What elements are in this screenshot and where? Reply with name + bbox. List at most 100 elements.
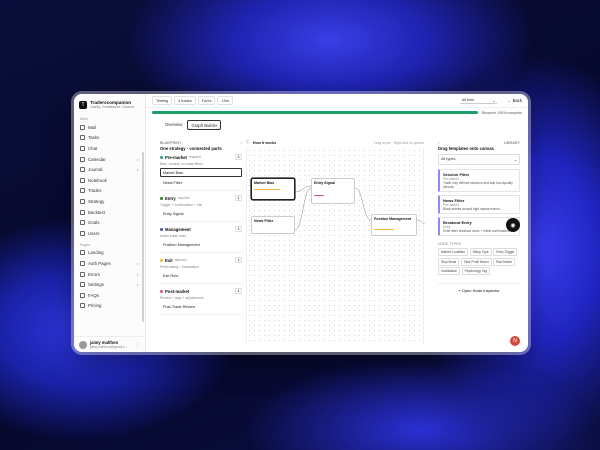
sidebar-item-label: Backtest xyxy=(88,209,105,215)
stage-item[interactable]: Market Bias xyxy=(160,168,242,177)
chip-testing[interactable]: Testing xyxy=(152,96,173,105)
stage-dot-icon xyxy=(160,196,163,200)
open-node-inspector-button[interactable]: + Open Node Inspector xyxy=(438,283,520,293)
stage-name: Pre-market xyxy=(165,154,187,160)
stage-required: required xyxy=(177,196,190,200)
notification-button[interactable]: N xyxy=(510,336,520,346)
stage-count: 1 xyxy=(235,257,242,263)
sidebar-item-label: Journal xyxy=(88,167,103,173)
sidebar-item-auth-pages[interactable]: Auth Pages > xyxy=(74,258,145,269)
sidebar-item-label: Landing xyxy=(88,250,104,256)
stage-dot-icon xyxy=(160,227,163,231)
more-icon[interactable]: ⋮ xyxy=(135,342,140,348)
trades-icon xyxy=(80,188,85,194)
stage-management: Management 1 Active trade rules Position … xyxy=(160,226,242,253)
chip-forex[interactable]: Forex xyxy=(197,96,216,105)
graph-canvas[interactable]: Market Bias News Filter Entry Signal Pos… xyxy=(246,148,425,344)
sidebar-item-trades[interactable]: Trades xyxy=(74,186,145,197)
node-position-management[interactable]: Position Management xyxy=(371,214,417,236)
stage-entry: Entry required 1 Trigger + confirmation … xyxy=(160,195,242,222)
stage-item[interactable]: Exit Rule xyxy=(160,271,242,280)
mail-icon xyxy=(80,124,85,130)
stage-item[interactable]: News Filter xyxy=(160,178,242,187)
sidebar-item-tasks[interactable]: Tasks xyxy=(74,133,145,144)
stage-item[interactable]: Post-Trade Review xyxy=(160,302,242,311)
sidebar-item-errors[interactable]: Errors > xyxy=(74,269,145,280)
node-title: Market Bias xyxy=(254,181,275,185)
nav-section-main: Main xyxy=(80,117,88,121)
sidebar-item-notebook[interactable]: Notebook xyxy=(74,175,145,186)
node-title: Position Management xyxy=(374,217,412,221)
user-profile[interactable]: jaimy malthon jaimy.malthon@gmail.c... ⋮ xyxy=(74,336,145,352)
stage-item[interactable]: Entry Signal xyxy=(160,209,242,218)
floating-action-button[interactable]: ◉ xyxy=(506,218,520,232)
library-type-select[interactable]: All types ⌄ xyxy=(438,154,520,165)
node-news-filter[interactable]: News Filter xyxy=(251,216,295,234)
node-type-chip[interactable]: Setup Type xyxy=(469,248,492,256)
node-title: Entry Signal xyxy=(314,181,335,185)
view-tabs: Overview Graph Builder xyxy=(146,117,528,133)
chip-trades[interactable]: 4 trades xyxy=(174,96,196,105)
edge-entry-management xyxy=(354,187,372,221)
sidebar-item-label: Mail xyxy=(88,124,97,130)
stage-count: 1 xyxy=(235,226,242,232)
stage-count: 1 xyxy=(235,195,242,201)
sidebar-item-calendar[interactable]: Calendar > xyxy=(74,154,145,165)
template-card[interactable]: Session Filter Pre-market Trade only def… xyxy=(438,169,520,192)
chevron-left-icon[interactable]: ‹ xyxy=(241,141,242,145)
chevron-right-icon[interactable]: › xyxy=(438,141,439,145)
node-type-chip[interactable]: Entry Trigger xyxy=(493,248,518,256)
logo-icon: T xyxy=(79,100,87,109)
sidebar-scrollbar[interactable] xyxy=(142,152,144,322)
chip-timeframe[interactable]: 15m xyxy=(217,96,233,105)
tab-overview[interactable]: Overview xyxy=(162,120,185,130)
inspector-label: Open Node Inspector xyxy=(461,288,500,293)
sidebar-item-chat[interactable]: Chat xyxy=(74,143,145,154)
sidebar-item-goals[interactable]: Goals xyxy=(74,217,145,228)
sidebar-item-faqs[interactable]: FAQs xyxy=(74,290,145,301)
progress-track xyxy=(152,111,479,114)
node-type-chip[interactable]: Take Profit Model xyxy=(460,257,492,266)
canvas-hint: Drag to pan · Right click for options xyxy=(374,140,424,145)
stage-item[interactable]: Position Management xyxy=(160,240,242,249)
node-type-chip[interactable]: Market Condition xyxy=(438,248,469,256)
sidebar-item-label: Calendar xyxy=(88,156,106,162)
settings-icon: ◉ xyxy=(510,222,516,229)
chevron-right-icon: > xyxy=(136,282,139,288)
node-type-chip[interactable]: Stop Mode xyxy=(438,257,460,266)
stage-required: required xyxy=(174,258,187,262)
node-market-bias[interactable]: Market Bias xyxy=(251,178,295,200)
library-filter-value: All types xyxy=(441,157,456,161)
sidebar-item-settings[interactable]: Settings > xyxy=(74,279,145,290)
sidebar-item-mail[interactable]: Mail xyxy=(74,122,145,133)
node-title: News Filter xyxy=(254,219,274,223)
chevron-right-icon: > xyxy=(136,260,139,266)
info-icon: ⓘ xyxy=(246,140,250,144)
sidebar-item-pricing[interactable]: Pricing xyxy=(74,301,145,312)
node-accent xyxy=(254,189,280,190)
node-type-chip[interactable]: Psychology Tag xyxy=(461,267,490,275)
stage-description: Review + tags + adjustments xyxy=(160,296,204,300)
template-description: Enter after breakout close + retest conf… xyxy=(443,229,511,233)
sidebar-item-journal[interactable]: Journal > xyxy=(74,164,145,175)
stage-exit: Exit required 1 Profit-taking + invalida… xyxy=(160,257,242,284)
node-accent xyxy=(314,195,324,196)
edge-management-out xyxy=(416,219,425,225)
avatar xyxy=(79,340,87,349)
node-type-chip[interactable]: Invalidation xyxy=(438,267,461,275)
lock-icon xyxy=(80,260,85,266)
sidebar-item-landing[interactable]: Landing xyxy=(74,248,145,259)
template-card[interactable]: News Filter Pre-market Block entries aro… xyxy=(438,195,520,214)
back-button[interactable]: ← Back xyxy=(507,98,522,103)
node-entry-signal[interactable]: Entry Signal xyxy=(311,178,355,204)
sidebar-item-backtest[interactable]: Backtest xyxy=(74,207,145,218)
node-types-title: NODE TYPES xyxy=(438,242,462,246)
blueprint-progress: Blueprint 100% complete xyxy=(146,108,528,117)
node-type-chip[interactable]: Risk Model xyxy=(493,257,515,266)
sidebar-item-users[interactable]: Users xyxy=(74,228,145,239)
sidebar-item-strategy[interactable]: Strategy xyxy=(74,196,145,207)
blueprint-label: BLUEPRINT xyxy=(160,140,182,145)
time-filter-select[interactable]: All time ⌄ xyxy=(459,98,498,104)
tab-graph-builder[interactable]: Graph Builder xyxy=(187,120,222,130)
back-label: Back xyxy=(512,98,522,103)
